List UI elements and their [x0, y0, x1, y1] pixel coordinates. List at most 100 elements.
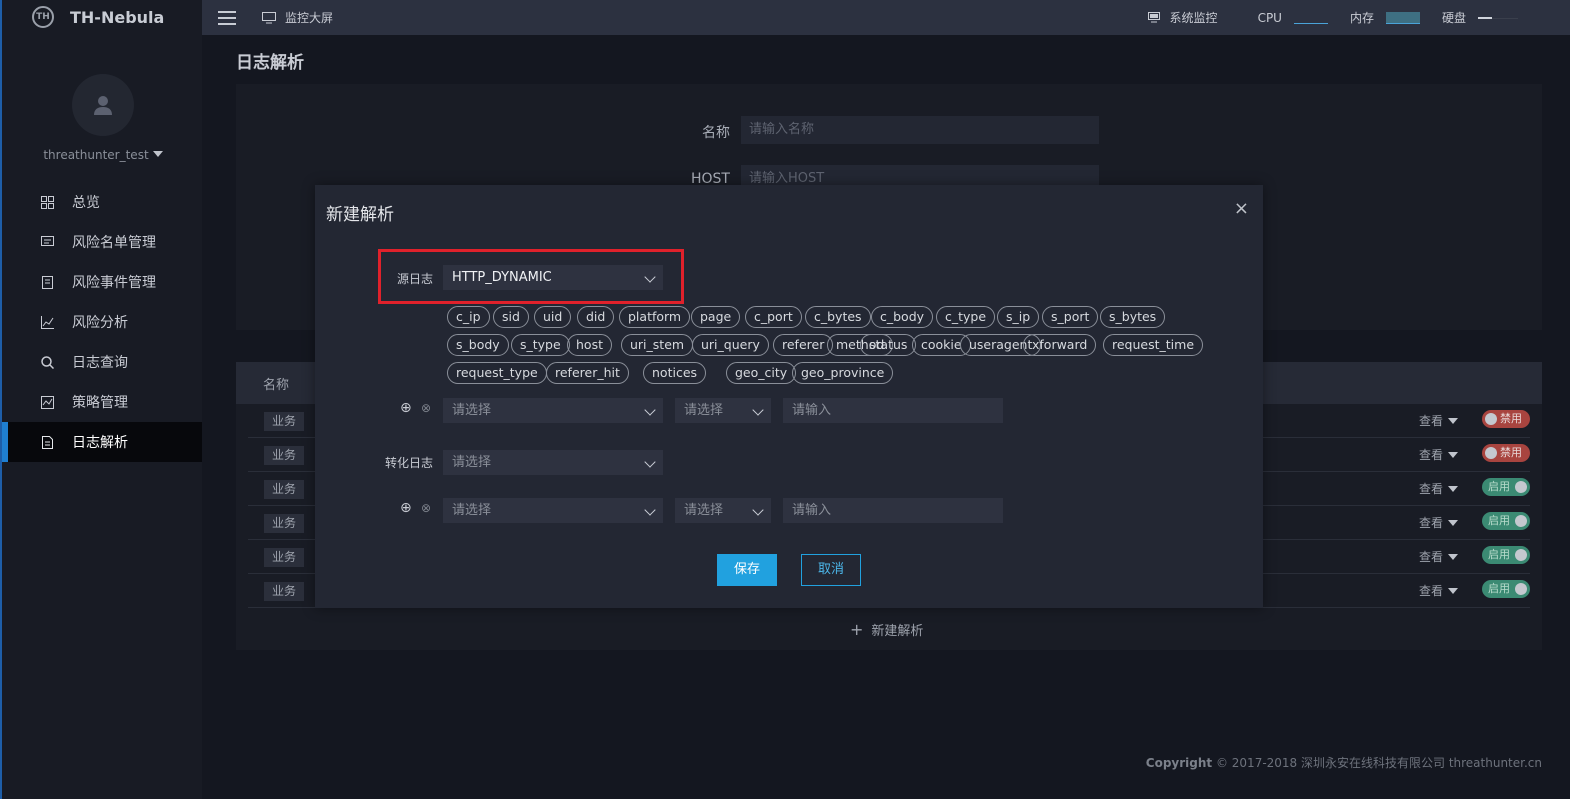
condition-value-input[interactable]: 请输入	[783, 398, 1003, 423]
cpu-metric: CPU	[1258, 11, 1328, 25]
field-chip[interactable]: status	[860, 334, 917, 356]
field-chip[interactable]: s_ip	[997, 306, 1040, 328]
view-dropdown[interactable]: 查看	[1419, 480, 1459, 497]
field-chip[interactable]: xforward	[1023, 334, 1097, 356]
copyright: Copyright © 2017-2018 深圳永安在线科技有限公司 threa…	[1146, 754, 1542, 771]
status-toggle[interactable]: 禁用	[1482, 444, 1530, 462]
view-dropdown[interactable]: 查看	[1419, 548, 1459, 565]
sidebar: TH TH-Nebula threathunter_test 总览 风险名单管理…	[0, 0, 202, 799]
sidebar-item-strategy[interactable]: 策略管理	[2, 382, 202, 422]
condition-field-select[interactable]: 请选择	[443, 398, 663, 423]
add-condition-icon[interactable]: ⊕	[400, 400, 412, 416]
plus-icon: +	[850, 620, 864, 639]
name-input[interactable]: 请输入名称	[741, 116, 1099, 144]
field-chip[interactable]: referer_hit	[546, 362, 629, 384]
view-dropdown[interactable]: 查看	[1419, 514, 1459, 531]
sidebar-item-label: 风险名单管理	[72, 235, 156, 251]
name-label: 名称	[702, 125, 730, 141]
condition-operator-select[interactable]: 请选择	[675, 498, 771, 523]
caret-down-icon	[1448, 417, 1459, 424]
status-toggle[interactable]: 启用	[1482, 580, 1530, 598]
field-chip[interactable]: c_type	[936, 306, 996, 328]
field-chip[interactable]: uri_stem	[621, 334, 694, 356]
field-chip[interactable]: s_type	[511, 334, 570, 356]
field-chip[interactable]: s_port	[1042, 306, 1099, 328]
field-chip[interactable]: request_time	[1103, 334, 1204, 356]
toggle-knob	[1485, 413, 1497, 425]
condition-value-input[interactable]: 请输入	[783, 498, 1003, 523]
brand-logo-icon: TH	[32, 6, 54, 28]
chevron-down-icon	[752, 404, 764, 416]
field-chip[interactable]: request_type	[447, 362, 547, 384]
system-monitor-label: 系统监控	[1169, 11, 1218, 25]
server-icon	[1147, 11, 1160, 22]
menu-toggle-icon[interactable]	[218, 10, 236, 25]
brand-name: TH-Nebula	[70, 7, 165, 27]
field-chip[interactable]: platform	[619, 306, 691, 328]
sidebar-item-label: 日志解析	[72, 435, 128, 451]
avatar[interactable]	[72, 74, 134, 136]
remove-condition-icon[interactable]: ⊗	[421, 501, 431, 515]
view-label: 查看	[1419, 584, 1444, 598]
field-chip[interactable]: c_port	[745, 306, 802, 328]
system-monitor-link[interactable]: 系统监控	[1147, 9, 1218, 26]
list-card-icon	[40, 235, 54, 249]
field-chip[interactable]: geo_province	[792, 362, 894, 384]
remove-condition-icon[interactable]: ⊗	[421, 401, 431, 415]
cpu-label: CPU	[1257, 10, 1282, 25]
chevron-down-icon	[644, 404, 656, 416]
view-dropdown[interactable]: 查看	[1419, 412, 1459, 429]
field-chip[interactable]: host	[567, 334, 612, 356]
cancel-button[interactable]: 取消	[801, 554, 861, 586]
field-chip[interactable]: c_body	[871, 306, 934, 328]
field-chip[interactable]: c_ip	[447, 306, 490, 328]
status-toggle[interactable]: 启用	[1482, 546, 1530, 564]
field-chip[interactable]: c_bytes	[805, 306, 871, 328]
field-chip[interactable]: geo_city	[726, 362, 797, 384]
field-chip[interactable]: uid	[534, 306, 572, 328]
sidebar-item-overview[interactable]: 总览	[2, 182, 202, 222]
sidebar-item-log-parse[interactable]: 日志解析	[2, 422, 202, 462]
dialog-title: 新建解析	[326, 205, 394, 225]
memory-metric: 内存	[1350, 9, 1420, 26]
sidebar-item-label: 总览	[72, 195, 100, 211]
sidebar-item-label: 风险事件管理	[72, 275, 156, 291]
condition-operator-select[interactable]: 请选择	[675, 398, 771, 423]
view-dropdown[interactable]: 查看	[1419, 582, 1459, 599]
source-log-select[interactable]: HTTP_DYNAMIC	[443, 265, 663, 290]
sidebar-item-log-query[interactable]: 日志查询	[2, 342, 202, 382]
monitor-screen-link[interactable]: 监控大屏	[262, 9, 333, 26]
toggle-label: 启用	[1488, 548, 1510, 561]
close-icon[interactable]: ×	[1234, 198, 1249, 219]
field-chip[interactable]: sid	[493, 306, 529, 328]
username: threathunter_test	[43, 148, 149, 162]
monitor-icon	[262, 11, 276, 23]
add-parse-button[interactable]: + 新建解析	[850, 620, 923, 639]
field-chip[interactable]: s_bytes	[1100, 306, 1166, 328]
status-toggle[interactable]: 禁用	[1482, 410, 1530, 428]
select-placeholder: 请选择	[452, 403, 492, 418]
field-chip[interactable]: uri_query	[692, 334, 769, 356]
condition-field-select[interactable]: 请选择	[443, 498, 663, 523]
chevron-down-icon	[644, 504, 656, 516]
status-toggle[interactable]: 启用	[1482, 478, 1530, 496]
source-log-label: 源日志	[396, 272, 433, 286]
sidebar-item-risk-events[interactable]: 风险事件管理	[2, 262, 202, 302]
user-menu[interactable]: threathunter_test	[2, 148, 204, 162]
field-chip[interactable]: did	[577, 306, 615, 328]
save-button[interactable]: 保存	[717, 554, 777, 586]
view-dropdown[interactable]: 查看	[1419, 446, 1459, 463]
field-chip[interactable]: page	[691, 306, 741, 328]
target-log-select[interactable]: 请选择	[443, 450, 663, 475]
status-toggle[interactable]: 启用	[1482, 512, 1530, 530]
toggle-knob	[1515, 515, 1527, 527]
chevron-down-icon	[644, 456, 656, 468]
sidebar-item-risk-analysis[interactable]: 风险分析	[2, 302, 202, 342]
field-chip[interactable]: referer	[773, 334, 834, 356]
field-chip[interactable]: notices	[643, 362, 707, 384]
category-tag: 业务	[264, 582, 305, 601]
sidebar-item-risk-list[interactable]: 风险名单管理	[2, 222, 202, 262]
view-label: 查看	[1419, 482, 1444, 496]
add-condition-icon[interactable]: ⊕	[400, 500, 412, 516]
field-chip[interactable]: s_body	[447, 334, 509, 356]
